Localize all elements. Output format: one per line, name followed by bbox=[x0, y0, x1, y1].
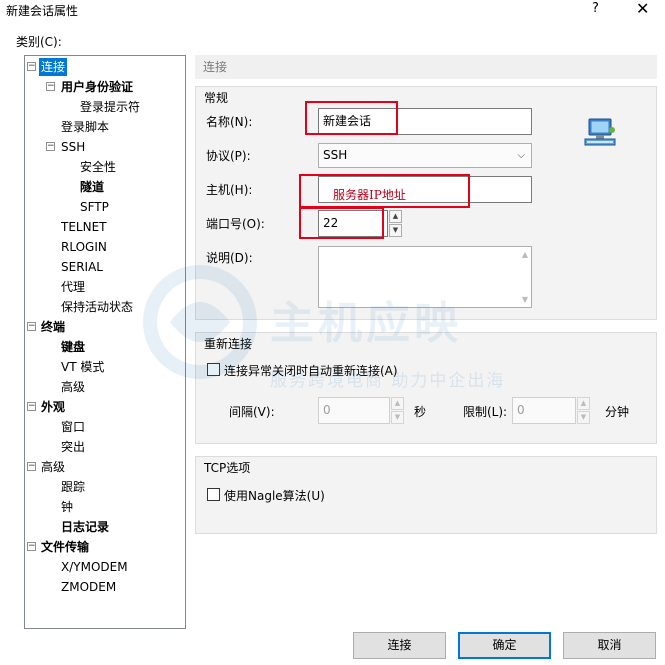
breadcrumb: 连接 bbox=[195, 55, 657, 79]
tree-item-proxy[interactable]: 代理 bbox=[59, 278, 87, 296]
tree-item-rlogin[interactable]: RLOGIN bbox=[59, 238, 109, 256]
ok-button[interactable]: 确定 bbox=[458, 632, 551, 659]
connect-button[interactable]: 连接 bbox=[353, 632, 446, 659]
limit-spin-up-icon[interactable]: ▲ bbox=[577, 397, 590, 410]
nagle-checkbox[interactable] bbox=[207, 488, 220, 501]
tree-item-advanced-2[interactable]: 高级 bbox=[39, 458, 67, 476]
port-spin-down-icon[interactable]: ▼ bbox=[389, 224, 402, 237]
window-title: 新建会话属性 bbox=[6, 4, 79, 18]
protocol-value: SSH bbox=[323, 148, 348, 162]
help-button[interactable]: ? bbox=[592, 1, 599, 16]
scroll-down-icon[interactable]: ▼ bbox=[522, 295, 528, 304]
reconnect-group-title: 重新连接 bbox=[204, 337, 253, 351]
tree-item-keyboard[interactable]: 键盘 bbox=[59, 338, 87, 356]
interval-spin-down-icon[interactable]: ▼ bbox=[391, 411, 404, 424]
title-bar: 新建会话属性 ? ✕ bbox=[0, 0, 665, 22]
port-label: 端口号(O): bbox=[206, 217, 265, 231]
tree-item-xymodem[interactable]: X/YMODEM bbox=[59, 558, 130, 576]
interval-label: 间隔(V): bbox=[229, 405, 275, 419]
limit-input[interactable]: 0 bbox=[512, 397, 576, 424]
category-label: 类别(C): bbox=[16, 35, 62, 49]
tree-item-security[interactable]: 安全性 bbox=[78, 158, 118, 176]
tcp-group-title: TCP选项 bbox=[204, 461, 251, 475]
collapse-icon[interactable]: − bbox=[27, 542, 36, 551]
tree-item-vt-mode[interactable]: VT 模式 bbox=[59, 358, 106, 376]
tree-item-logging[interactable]: 日志记录 bbox=[59, 518, 111, 536]
name-input[interactable]: 新建会话 bbox=[318, 108, 532, 135]
close-button[interactable]: ✕ bbox=[636, 0, 649, 18]
tree-item-tunnel[interactable]: 隧道 bbox=[78, 178, 106, 196]
interval-spin-up-icon[interactable]: ▲ bbox=[391, 397, 404, 410]
host-label: 主机(H): bbox=[206, 183, 253, 197]
name-label: 名称(N): bbox=[206, 115, 253, 129]
collapse-icon[interactable]: − bbox=[27, 322, 36, 331]
port-input[interactable]: 22 bbox=[318, 210, 388, 237]
tree-item-appearance[interactable]: 外观 bbox=[39, 398, 67, 416]
protocol-select[interactable]: SSH ⌵ bbox=[318, 143, 532, 168]
tree-item-file-transfer[interactable]: 文件传输 bbox=[39, 538, 91, 556]
port-spin-up-icon[interactable]: ▲ bbox=[389, 210, 402, 223]
tree-item-zmodem[interactable]: ZMODEM bbox=[59, 578, 118, 596]
tree-item-terminal[interactable]: 终端 bbox=[39, 318, 67, 336]
tree-item-ssh[interactable]: SSH bbox=[59, 138, 87, 156]
protocol-label: 协议(P): bbox=[206, 149, 251, 163]
tree-item-user-auth[interactable]: 用户身份验证 bbox=[59, 78, 135, 96]
collapse-icon[interactable]: − bbox=[46, 142, 55, 151]
cancel-button[interactable]: 取消 bbox=[563, 632, 656, 659]
collapse-icon[interactable]: − bbox=[27, 62, 36, 71]
limit-label: 限制(L): bbox=[463, 405, 508, 419]
limit-spin-down-icon[interactable]: ▼ bbox=[577, 411, 590, 424]
watermark-text: 主机应映 bbox=[270, 298, 462, 349]
tree-item-serial[interactable]: SERIAL bbox=[59, 258, 105, 276]
collapse-icon[interactable]: − bbox=[27, 462, 36, 471]
tree-item-trace[interactable]: 跟踪 bbox=[59, 478, 87, 496]
watermark-subtext: 服务跨境电商 助力中企出海 bbox=[270, 371, 506, 391]
tree-item-login-prompt[interactable]: 登录提示符 bbox=[78, 98, 142, 116]
tree-item-connection[interactable]: 连接 bbox=[39, 58, 68, 76]
auto-reconnect-checkbox[interactable] bbox=[207, 363, 220, 376]
tree-item-keepalive[interactable]: 保持活动状态 bbox=[59, 298, 135, 316]
interval-input[interactable]: 0 bbox=[318, 397, 390, 424]
category-tree[interactable]: − 连接 − 用户身份验证 登录提示符 登录脚本 − SSH 安全性 隧道 SF… bbox=[24, 55, 186, 629]
network-computer-icon bbox=[584, 118, 616, 146]
minutes-unit: 分钟 bbox=[605, 405, 630, 419]
collapse-icon[interactable]: − bbox=[27, 402, 36, 411]
tree-item-highlight[interactable]: 突出 bbox=[59, 438, 87, 456]
tree-item-window[interactable]: 窗口 bbox=[59, 418, 87, 436]
tree-item-telnet[interactable]: TELNET bbox=[59, 218, 109, 236]
nagle-label: 使用Nagle算法(U) bbox=[224, 489, 325, 503]
tree-item-login-script[interactable]: 登录脚本 bbox=[59, 118, 111, 136]
description-label: 说明(D): bbox=[206, 251, 253, 265]
host-hint-annotation: 服务器IP地址 bbox=[333, 188, 406, 202]
collapse-icon[interactable]: − bbox=[46, 82, 55, 91]
general-group-title: 常规 bbox=[204, 91, 229, 105]
chevron-down-icon: ⌵ bbox=[517, 150, 525, 161]
tree-item-sftp[interactable]: SFTP bbox=[78, 198, 111, 216]
tree-item-bell[interactable]: 钟 bbox=[59, 498, 75, 516]
scroll-up-icon[interactable]: ▲ bbox=[522, 250, 528, 259]
seconds-unit: 秒 bbox=[414, 405, 427, 419]
tree-item-advanced[interactable]: 高级 bbox=[59, 378, 87, 396]
